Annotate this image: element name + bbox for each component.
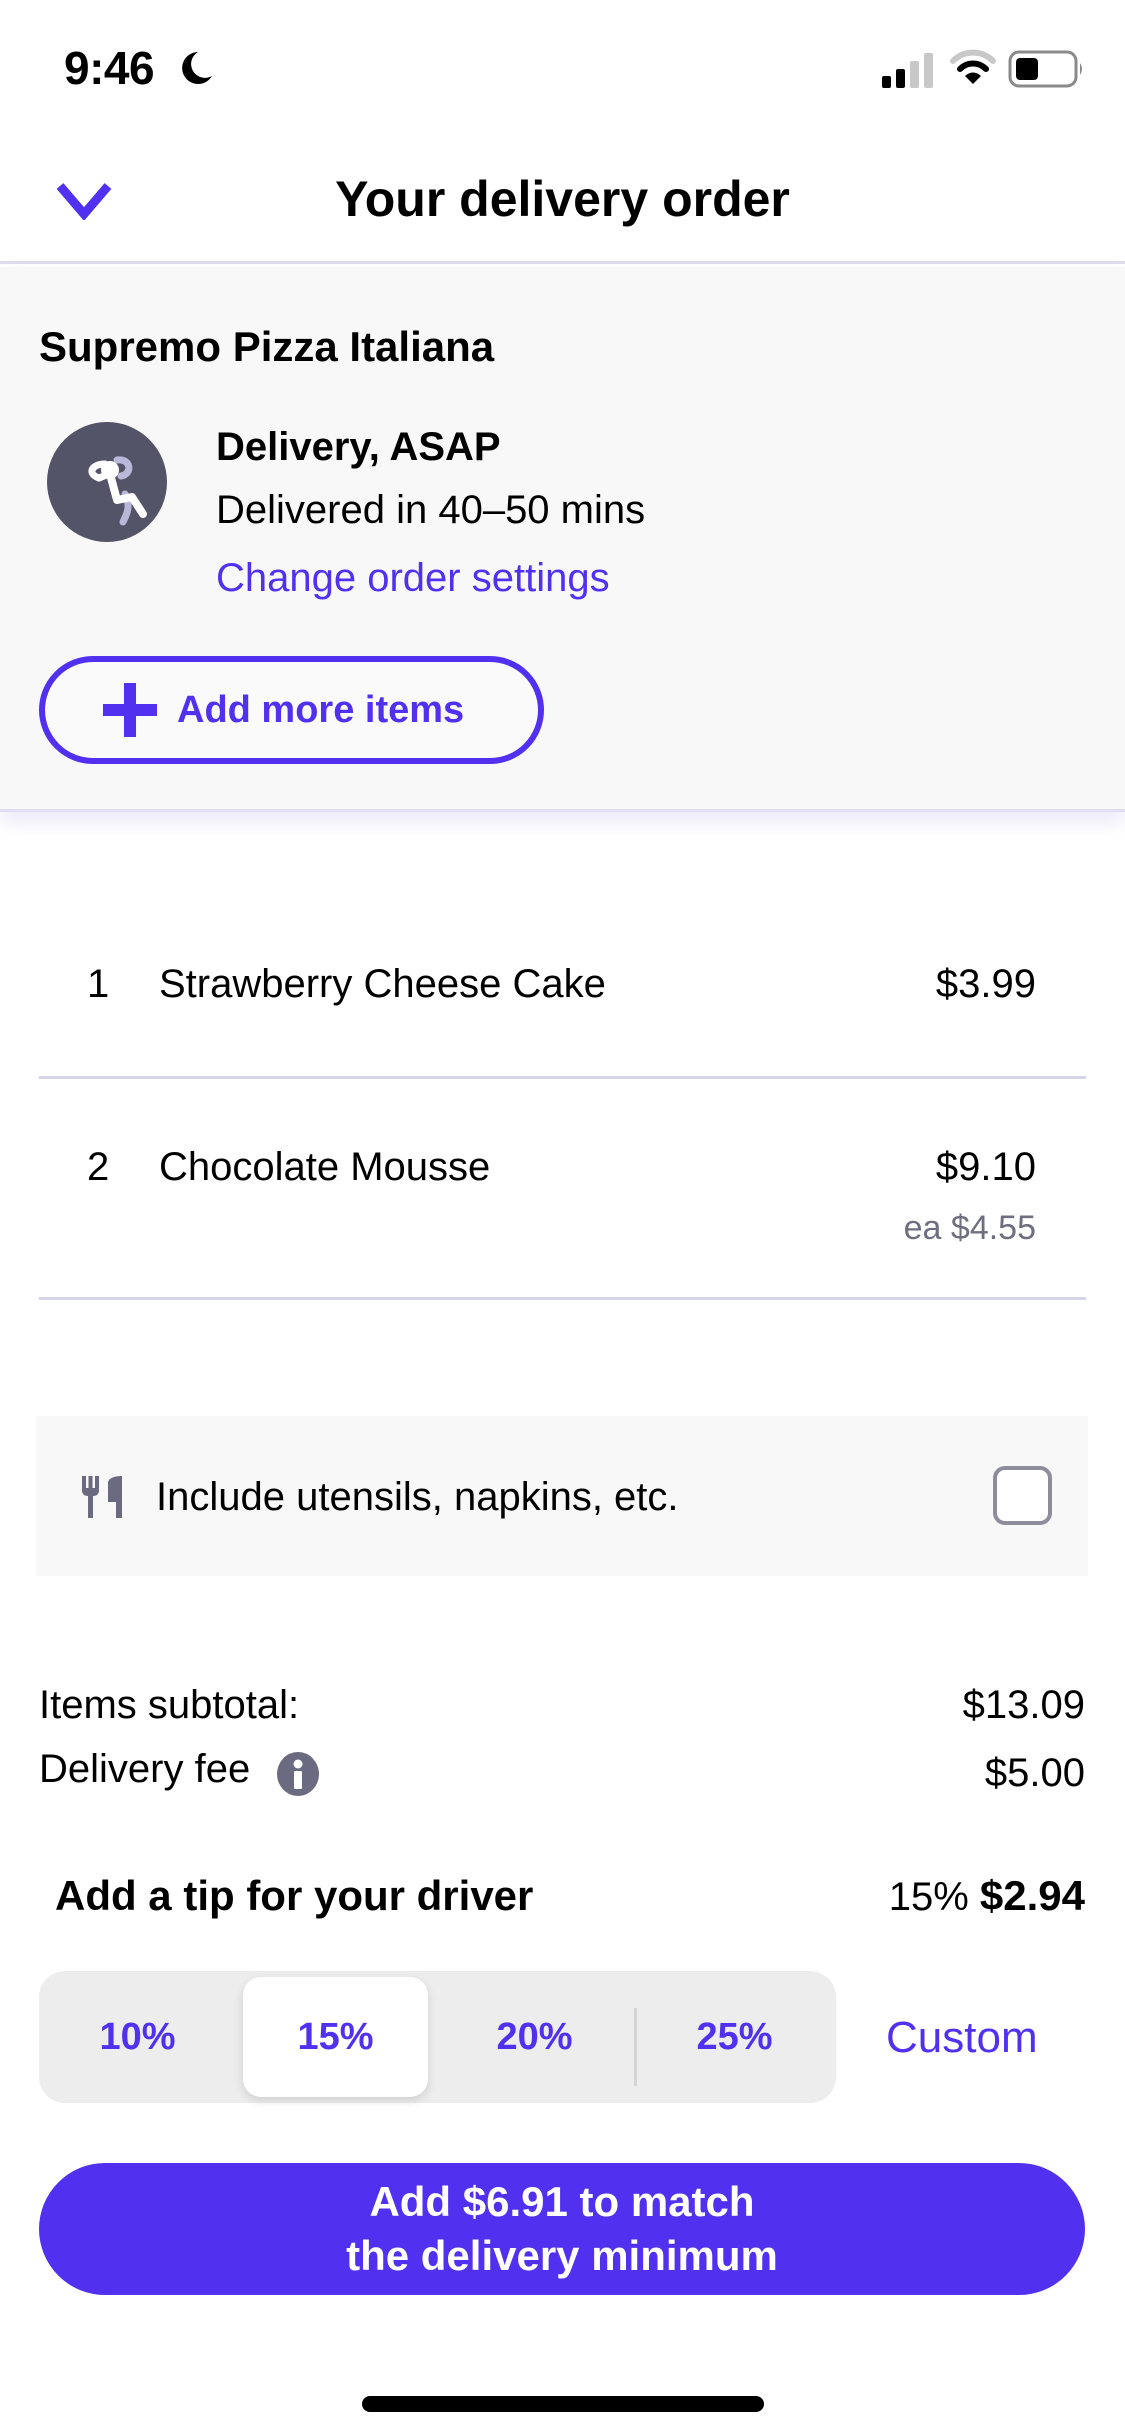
- subtotal-value: $13.09: [962, 1683, 1085, 1727]
- item-price: $3.99: [935, 962, 1036, 1006]
- avatar: [47, 422, 167, 542]
- item-unit-price: ea $4.55: [903, 1209, 1036, 1247]
- item-name[interactable]: Strawberry Cheese Cake: [159, 957, 606, 1011]
- tip-summary: 15% $2.94: [889, 1868, 1085, 1925]
- item-price: $9.10: [935, 1145, 1036, 1189]
- add-more-items-label: Add more items: [177, 688, 465, 731]
- item-quantity: 1: [87, 962, 110, 1006]
- tip-summary-percent: 15%: [888, 1875, 969, 1919]
- add-more-items-button[interactable]: Add more items: [39, 656, 544, 764]
- utensils-label: Include utensils, napkins, etc.: [156, 1475, 679, 1519]
- tip-custom-button[interactable]: Custom: [886, 2007, 1038, 2069]
- tip-option-15[interactable]: 15%: [243, 1977, 428, 2097]
- delivery-minimum-button[interactable]: Add $6.91 to match the delivery minimum: [39, 2163, 1085, 2295]
- change-order-settings-link[interactable]: Change order settings: [216, 551, 610, 605]
- tip-option-10[interactable]: 10%: [45, 1977, 230, 2097]
- utensils-icon: [82, 1476, 122, 1518]
- tip-title: Add a tip for your driver: [55, 1872, 534, 1919]
- item-divider: [39, 1076, 1086, 1079]
- delivery-type: Delivery, ASAP: [216, 425, 501, 469]
- delivery-fee-value: $5.00: [984, 1751, 1085, 1795]
- tip-separator: [634, 2008, 637, 2086]
- item-divider: [39, 1297, 1086, 1300]
- item-name[interactable]: Chocolate Mousse: [159, 1140, 490, 1194]
- battery-icon: [1008, 50, 1082, 88]
- tip-summary-amount: $2.94: [979, 1872, 1085, 1919]
- list-item[interactable]: 2 Chocolate Mousse $9.10 ea $4.55: [39, 1140, 1086, 1260]
- cta-line-1: Add $6.91 to match: [369, 2178, 755, 2225]
- tip-option-20[interactable]: 20%: [442, 1977, 627, 2097]
- subtotal-label: Items subtotal:: [39, 1683, 300, 1727]
- home-indicator[interactable]: [362, 2396, 764, 2412]
- info-icon[interactable]: [277, 1752, 319, 1796]
- wifi-icon: [950, 49, 996, 84]
- cta-line-2: the delivery minimum: [346, 2232, 778, 2279]
- status-time: 9:46: [64, 42, 155, 94]
- relaxing-person-icon: [88, 456, 147, 526]
- page-title: Your delivery order: [335, 171, 790, 227]
- list-item[interactable]: 1 Strawberry Cheese Cake $3.99: [39, 957, 1086, 1017]
- delivery-fee-label: Delivery fee: [39, 1747, 251, 1791]
- plus-icon: [103, 683, 157, 737]
- delivery-time: Delivered in 40–50 mins: [216, 488, 646, 532]
- cellular-signal-icon: [882, 53, 933, 88]
- item-quantity: 2: [87, 1145, 110, 1189]
- tip-option-25[interactable]: 25%: [642, 1977, 827, 2097]
- restaurant-name: Supremo Pizza Italiana: [39, 323, 495, 370]
- moon-icon: [182, 52, 212, 84]
- utensils-checkbox[interactable]: [993, 1466, 1052, 1525]
